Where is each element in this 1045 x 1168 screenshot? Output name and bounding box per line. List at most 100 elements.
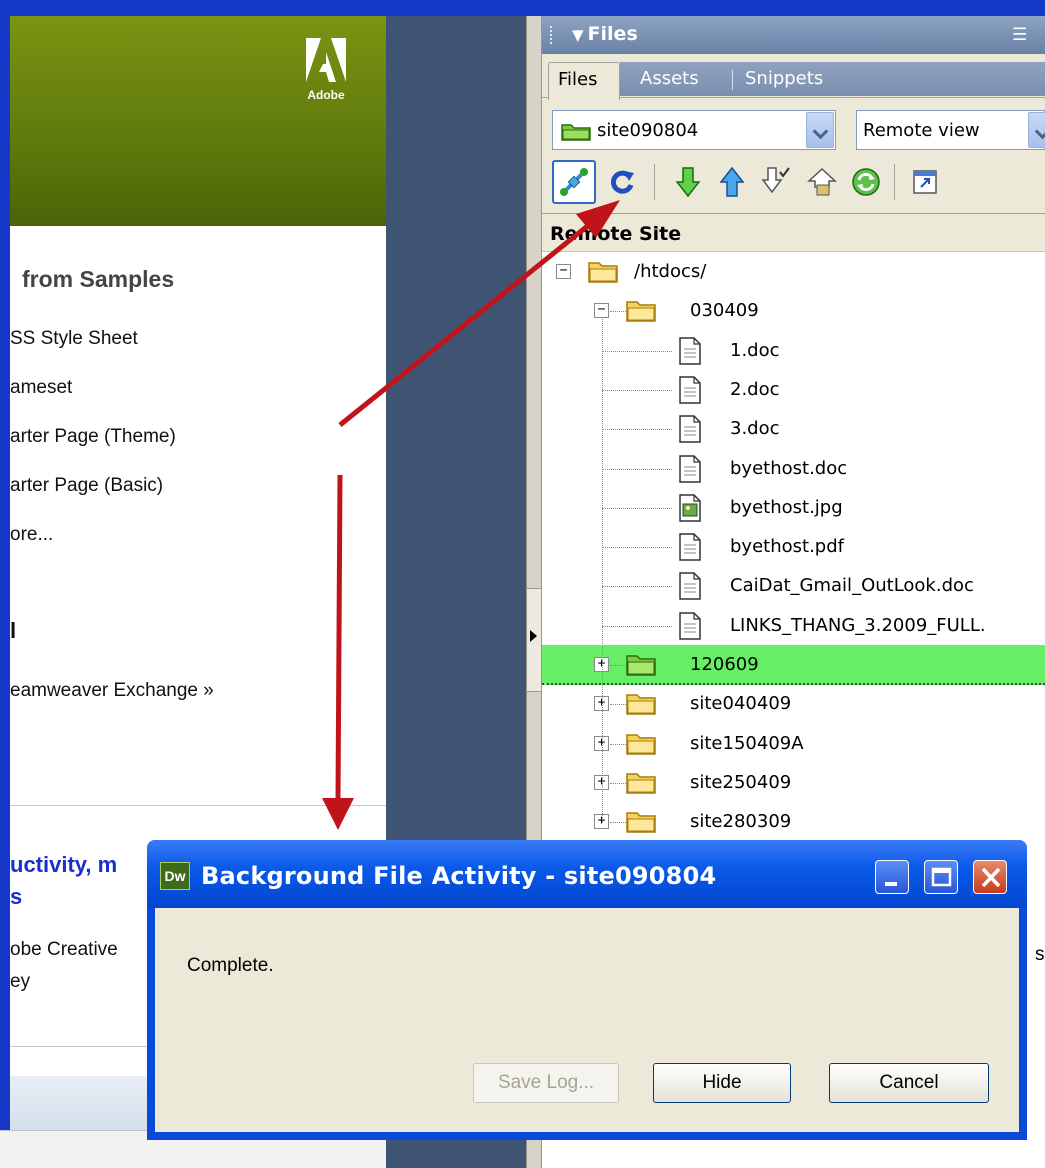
document-icon [679, 572, 701, 601]
tree-file-row[interactable]: byethost.jpg [542, 488, 1045, 528]
remote-site-column-header[interactable]: Remote Site [542, 214, 1045, 252]
tree-connector [602, 350, 672, 352]
tree-item-icon [678, 376, 702, 409]
tree-file-row[interactable]: 3.doc [542, 409, 1045, 449]
grip-icon[interactable] [550, 26, 556, 44]
site-folder-icon [561, 124, 591, 141]
tree-item-icon [678, 611, 702, 645]
document-icon [679, 533, 701, 561]
dialog-title-bar[interactable]: Dw Background File Activity - site090804 [147, 840, 1027, 908]
tree-folder-row[interactable]: + site040409 [542, 684, 1045, 724]
tree-item-label: 030409 [690, 300, 759, 322]
news-title-link[interactable]: uctivity, m [10, 852, 117, 878]
dreamweaver-logo-icon: Dw [160, 862, 190, 890]
hide-button[interactable]: Hide [653, 1063, 791, 1103]
arrow-down-green-icon [675, 167, 701, 198]
news-subtitle-link[interactable]: s [10, 884, 22, 910]
expand-button[interactable] [904, 160, 948, 204]
sample-item-starter-basic[interactable]: arter Page (Basic) [10, 475, 163, 497]
site-select[interactable]: site090804 [552, 110, 836, 150]
sample-item-frameset[interactable]: ameset [10, 377, 72, 399]
check-in-button[interactable] [800, 160, 844, 204]
files-panel-title[interactable]: ▼ Files [572, 23, 638, 45]
news-body-line: obe Creative [10, 939, 118, 960]
tree-folder-row[interactable]: + site250409 [542, 763, 1045, 803]
sample-item-more[interactable]: ore... [10, 524, 53, 546]
tree-item-label: site250409 [690, 771, 792, 793]
synchronize-button[interactable] [844, 160, 888, 204]
tree-item-label: LINKS_THANG_3.2009_FULL. [730, 614, 986, 636]
document-icon [679, 454, 701, 483]
put-files-button[interactable] [710, 160, 754, 204]
minimize-icon [885, 882, 897, 886]
tab-assets[interactable]: Assets [640, 68, 699, 89]
tree-folder-row[interactable]: − /htdocs/ [542, 252, 1045, 292]
folder-icon [588, 262, 618, 283]
chevron-down-icon[interactable] [806, 112, 834, 148]
tree-file-row[interactable]: byethost.doc [542, 449, 1045, 489]
maximize-button[interactable] [924, 860, 958, 894]
tree-item-label: byethost.pdf [730, 536, 844, 558]
toolbar-separator [894, 164, 895, 200]
tree-item-icon [626, 808, 656, 839]
tree-folder-row[interactable]: + site150409A [542, 724, 1045, 764]
close-button[interactable] [973, 860, 1007, 894]
check-in-lock-icon [807, 167, 837, 196]
tab-files[interactable]: Files [548, 62, 620, 100]
panel-menu-icon[interactable]: ☰ [1012, 25, 1027, 45]
tree-file-row[interactable]: 1.doc [542, 331, 1045, 371]
tree-connector [602, 468, 672, 470]
cancel-button[interactable]: Cancel [829, 1063, 989, 1103]
check-out-button[interactable] [754, 160, 798, 204]
sample-item-css[interactable]: SS Style Sheet [10, 328, 138, 350]
expand-panel-icon [913, 170, 937, 194]
tree-file-row[interactable]: CaiDat_Gmail_OutLook.doc [542, 566, 1045, 606]
tree-item-label: 120609 [690, 654, 759, 675]
collapse-toggle-icon[interactable]: − [556, 264, 571, 279]
collapse-toggle-icon[interactable]: − [594, 303, 609, 319]
tree-item-icon [678, 454, 702, 488]
tree-folder-row[interactable]: + site280309 [542, 802, 1045, 842]
tree-connector [602, 625, 672, 627]
tree-item-icon [626, 769, 656, 800]
tree-folder-row[interactable]: + 120609 [542, 645, 1045, 685]
image-file-icon [679, 494, 701, 522]
files-panel-header[interactable]: ▼ Files ☰ [542, 16, 1045, 54]
tree-item-label: site280309 [690, 811, 792, 833]
tab-snippets[interactable]: Snippets [745, 68, 823, 89]
document-icon [679, 376, 701, 404]
tab-files-label: Files [558, 69, 598, 90]
tree-item-icon [678, 533, 702, 566]
exchange-link[interactable]: eamweaver Exchange » [10, 680, 214, 702]
sample-item-starter-theme[interactable]: arter Page (Theme) [10, 426, 176, 448]
minimize-button[interactable] [875, 860, 909, 894]
chevron-down-icon[interactable] [1028, 112, 1045, 148]
get-files-button[interactable] [666, 160, 710, 204]
tree-item-icon [626, 690, 656, 721]
adobe-logo-icon [306, 38, 346, 82]
view-select[interactable]: Remote view [856, 110, 1045, 150]
tree-file-row[interactable]: LINKS_THANG_3.2009_FULL. [542, 606, 1045, 646]
tree-connector [602, 547, 672, 549]
tab-bar: Files Assets Snippets [542, 54, 1045, 100]
tree-item-label: site040409 [690, 693, 792, 715]
arrow-up-blue-icon [719, 166, 745, 197]
tree-file-row[interactable]: byethost.pdf [542, 527, 1045, 567]
tree-file-row[interactable]: 2.doc [542, 370, 1045, 410]
connect-button[interactable] [552, 160, 596, 204]
dialog-title: Background File Activity - site090804 [201, 862, 717, 890]
tree-item-label: byethost.doc [730, 457, 848, 479]
tree-item-label: 1.doc [730, 339, 780, 361]
tree-item-icon [626, 297, 656, 328]
close-icon [981, 867, 1001, 888]
tree-item-icon [678, 336, 702, 370]
tree-folder-row[interactable]: − 030409 [542, 291, 1045, 331]
window-frame-top [0, 0, 1045, 16]
refresh-button[interactable] [600, 160, 644, 204]
background-activity-dialog: Dw Background File Activity - site090804… [147, 840, 1027, 1140]
clipped-text: s [1035, 944, 1045, 965]
save-log-button[interactable]: Save Log... [473, 1063, 619, 1103]
document-icon [679, 611, 701, 640]
tab-separator [732, 70, 733, 90]
folder-icon [626, 733, 656, 755]
